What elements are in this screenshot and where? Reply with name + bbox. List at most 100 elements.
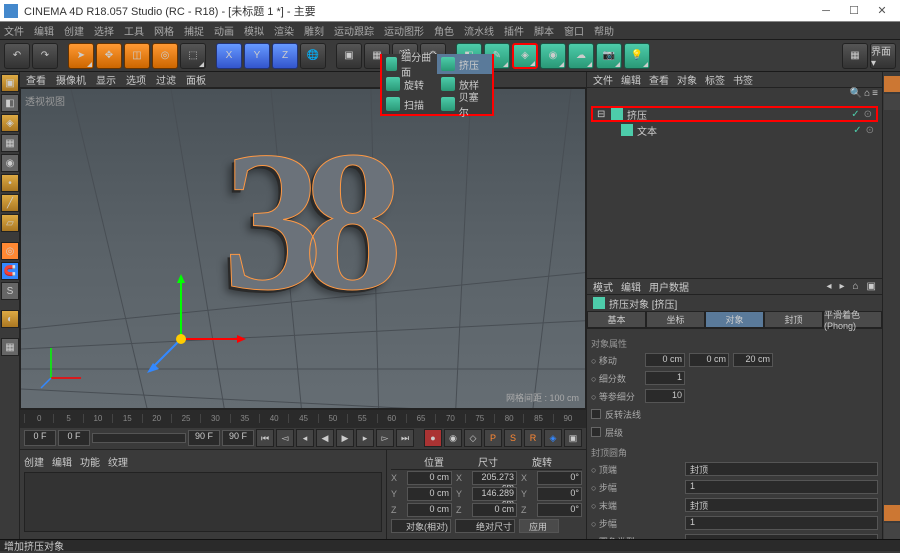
viewport[interactable]: 透视视图 38 网格间距 : 100 cm [20, 88, 586, 409]
camera-menu[interactable]: 📷 [596, 43, 622, 69]
layout-tab-3[interactable] [884, 505, 900, 521]
objmenu-编辑[interactable]: 编辑 [621, 72, 641, 87]
menu-网格[interactable]: 网格 [154, 23, 174, 38]
snap-toggle[interactable]: 🧲 [1, 262, 19, 280]
attr-tab-封顶[interactable]: 封顶 [764, 311, 823, 328]
goto-start[interactable]: ⏮ [256, 429, 274, 447]
rot-key[interactable]: R [524, 429, 542, 447]
time-end[interactable]: 90 F [188, 430, 220, 446]
menu-帮助[interactable]: 帮助 [594, 23, 614, 38]
layout-menu[interactable]: 界面 ▾ [870, 43, 896, 69]
play-back[interactable]: ◀ [316, 429, 334, 447]
layout-tab-2[interactable] [884, 94, 900, 110]
coord-system[interactable]: 🌐 [300, 43, 326, 69]
soft-select[interactable]: S [1, 282, 19, 300]
attr-tab-坐标[interactable]: 坐标 [646, 311, 705, 328]
objmenu-文件[interactable]: 文件 [593, 72, 613, 87]
tweak-mode[interactable]: ◐ [1, 310, 19, 328]
vpmenu-选项[interactable]: 选项 [126, 72, 146, 87]
menu-流水线[interactable]: 流水线 [464, 23, 494, 38]
layout-tab-4[interactable] [884, 523, 900, 539]
axis-gizmo[interactable] [131, 269, 251, 389]
search-icon[interactable]: 🔍 [850, 88, 862, 102]
pos-key[interactable]: P [484, 429, 502, 447]
vpmenu-面板[interactable]: 面板 [186, 72, 206, 87]
menu-选择[interactable]: 选择 [94, 23, 114, 38]
time-ruler[interactable]: 051015202530354045505560657075808590 [20, 410, 586, 428]
undo-button[interactable]: ↶ [4, 43, 30, 69]
coord-mode1[interactable]: 对象(相对) [391, 519, 451, 533]
vpmenu-过滤[interactable]: 过滤 [156, 72, 176, 87]
tree-item-文本[interactable]: 文本✓⊙ [591, 122, 878, 138]
menu-模拟[interactable]: 模拟 [244, 23, 264, 38]
attrmenu-用户数据[interactable]: 用户数据 [649, 279, 689, 294]
y-axis-toggle[interactable]: Y [244, 43, 270, 69]
model-mode[interactable]: ◧ [1, 94, 19, 112]
menu-捕捉[interactable]: 捕捉 [184, 23, 204, 38]
menu-工具[interactable]: 工具 [124, 23, 144, 38]
close-button[interactable]: ✕ [868, 4, 896, 17]
render-view[interactable]: ▣ [336, 43, 362, 69]
tree-item-挤压[interactable]: ⊟挤压✓⊙ [591, 106, 878, 122]
attrmenu-编辑[interactable]: 编辑 [621, 279, 641, 294]
menu-雕刻[interactable]: 雕刻 [304, 23, 324, 38]
environment-menu[interactable]: ☁ [568, 43, 594, 69]
scale-key[interactable]: S [504, 429, 522, 447]
recent-tool[interactable]: ⬚ [180, 43, 206, 69]
generator-挤压[interactable]: 挤压 [437, 54, 492, 74]
material-manager[interactable] [24, 472, 382, 532]
menu-编辑[interactable]: 编辑 [34, 23, 54, 38]
move-tool[interactable]: ✥ [96, 43, 122, 69]
prev-key[interactable]: ◅ [276, 429, 294, 447]
vpmenu-查看[interactable]: 查看 [26, 72, 46, 87]
make-editable[interactable]: ▣ [1, 74, 19, 92]
texture-mode[interactable]: ◈ [1, 114, 19, 132]
coord-apply[interactable]: 应用 [519, 519, 559, 533]
vpmenu-摄像机[interactable]: 摄像机 [56, 72, 86, 87]
next-key[interactable]: ▻ [376, 429, 394, 447]
menu-创建[interactable]: 创建 [64, 23, 84, 38]
point-mode[interactable]: • [1, 174, 19, 192]
axis-toggle[interactable]: ◎ [1, 242, 19, 260]
generator-细分曲面[interactable]: 细分曲面 [382, 54, 437, 74]
objmenu-书签[interactable]: 书签 [733, 72, 753, 87]
time-cur1[interactable]: 0 F [58, 430, 90, 446]
param-key[interactable]: ◈ [544, 429, 562, 447]
workplane-mode[interactable]: ▦ [1, 134, 19, 152]
time-cur2[interactable]: 90 F [222, 430, 254, 446]
attr-tab-平滑着色(Phong)[interactable]: 平滑着色(Phong) [823, 311, 882, 328]
attr-tab-对象[interactable]: 对象 [705, 311, 764, 328]
generator-menu[interactable]: ◈ [512, 43, 538, 69]
menu-文件[interactable]: 文件 [4, 23, 24, 38]
viewport-solo[interactable]: ▦ [1, 338, 19, 356]
menu-动画[interactable]: 动画 [214, 23, 234, 38]
object-mode[interactable]: ◉ [1, 154, 19, 172]
light-menu[interactable]: 💡 [624, 43, 650, 69]
menu-渲染[interactable]: 渲染 [274, 23, 294, 38]
attr-tab-基本[interactable]: 基本 [587, 311, 646, 328]
path-icon[interactable]: ≡ [872, 88, 878, 102]
z-axis-toggle[interactable]: Z [272, 43, 298, 69]
autokey[interactable]: ◉ [444, 429, 462, 447]
objmenu-对象[interactable]: 对象 [677, 72, 697, 87]
prev-frame[interactable]: ◂ [296, 429, 314, 447]
minimize-button[interactable]: ─ [812, 5, 840, 17]
menu-运动图形[interactable]: 运动图形 [384, 23, 424, 38]
mat-tab-创建[interactable]: 创建 [24, 454, 44, 470]
generator-扫描[interactable]: 扫描 [382, 94, 437, 114]
objmenu-查看[interactable]: 查看 [649, 72, 669, 87]
mat-tab-功能[interactable]: 功能 [80, 454, 100, 470]
mat-tab-纹理[interactable]: 纹理 [108, 454, 128, 470]
filter-icon[interactable]: ⌂ [864, 88, 870, 102]
menu-插件[interactable]: 插件 [504, 23, 524, 38]
menu-运动跟踪[interactable]: 运动跟踪 [334, 23, 374, 38]
menu-窗口[interactable]: 窗口 [564, 23, 584, 38]
pla-key[interactable]: ▣ [564, 429, 582, 447]
generator-贝塞尔[interactable]: 贝塞尔 [437, 94, 492, 114]
record-key[interactable]: ● [424, 429, 442, 447]
redo-button[interactable]: ↷ [32, 43, 58, 69]
maximize-button[interactable]: ☐ [840, 4, 868, 17]
key-mode[interactable]: ◇ [464, 429, 482, 447]
attrmenu-模式[interactable]: 模式 [593, 279, 613, 294]
generator-旋转[interactable]: 旋转 [382, 74, 437, 94]
